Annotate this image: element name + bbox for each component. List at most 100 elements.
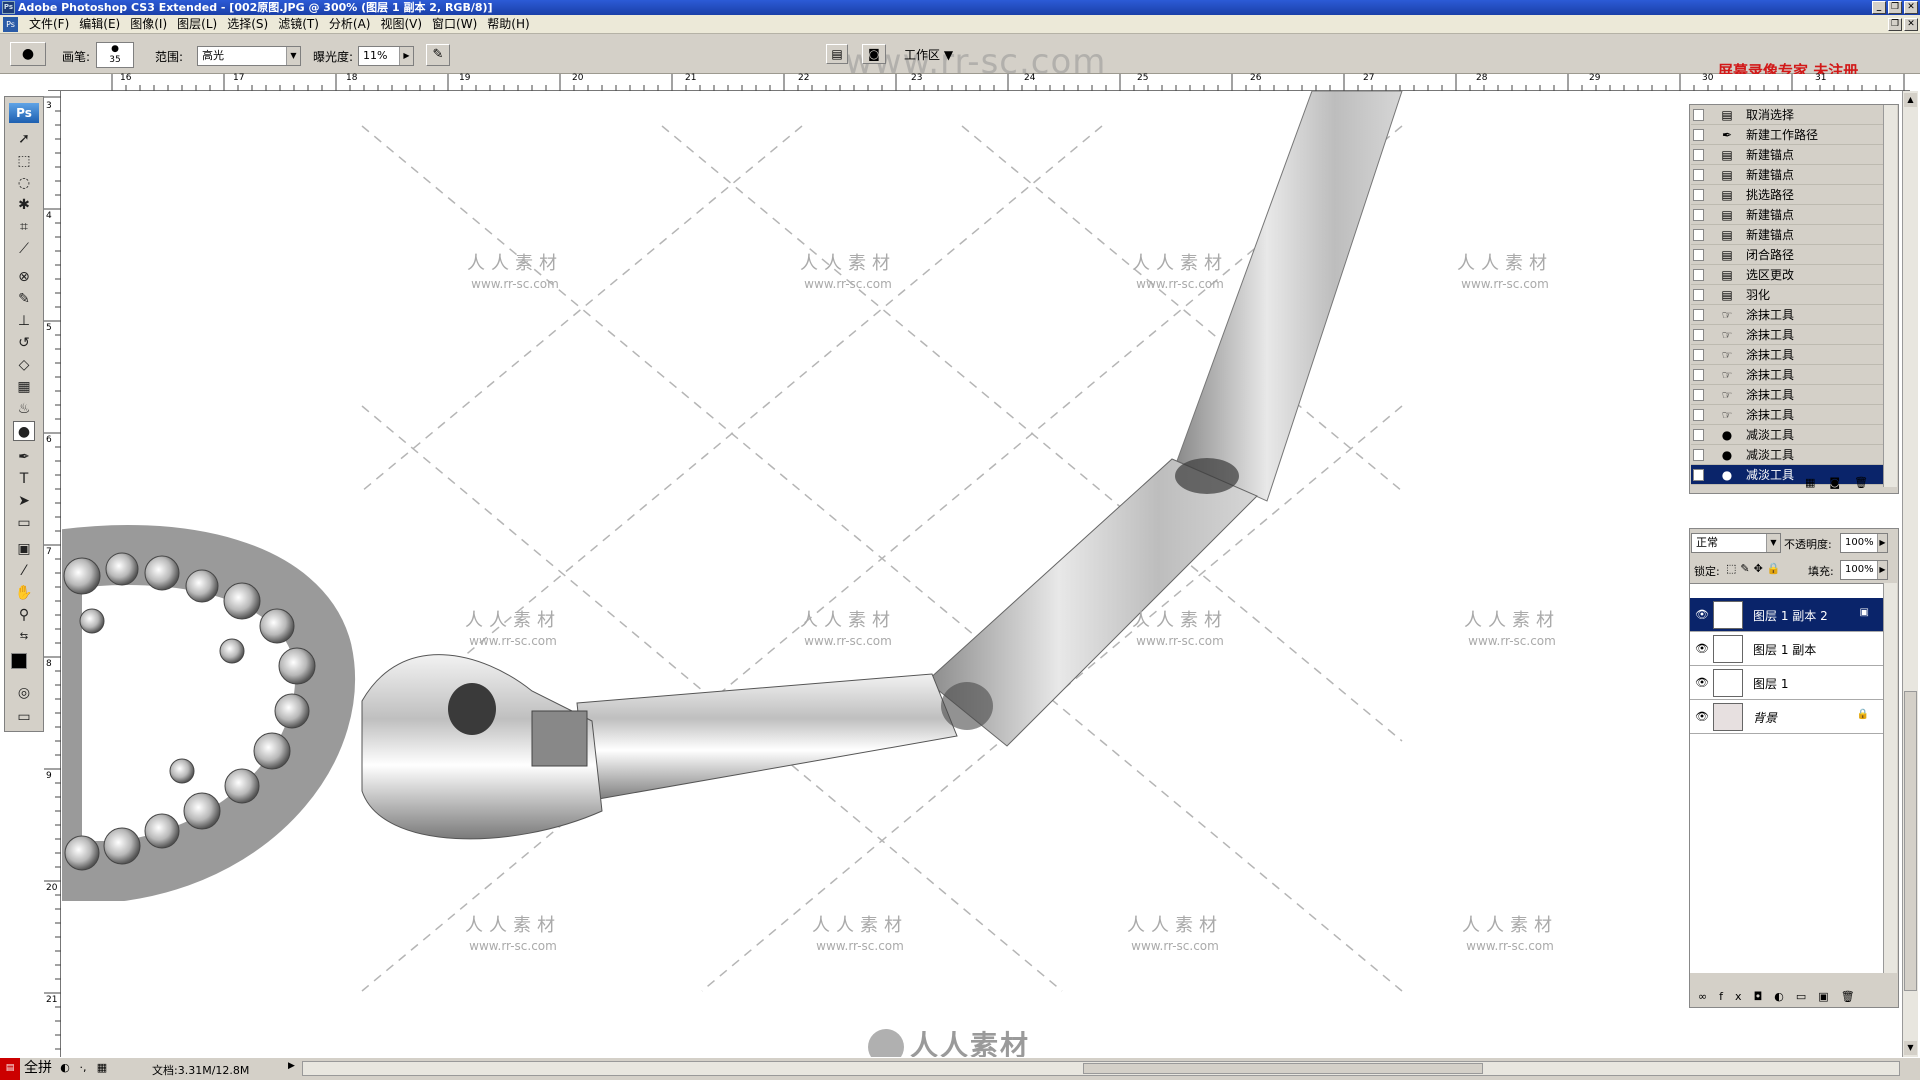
ime-icon[interactable]: ▤ — [0, 1058, 20, 1080]
brush-tool-icon[interactable]: ✎ — [13, 289, 35, 309]
range-select[interactable]: 高光 ▼ — [197, 46, 301, 66]
history-item[interactable]: ▤ 新建锚点 — [1691, 165, 1886, 185]
crop-tool-icon[interactable]: ⌗ — [13, 217, 35, 237]
history-checkbox[interactable] — [1693, 329, 1704, 341]
clone-stamp-tool-icon[interactable]: ⊥ — [13, 311, 35, 331]
history-item[interactable]: ▤ 取消选择 — [1691, 105, 1886, 125]
zoom-tool-icon[interactable]: ⚲ — [13, 605, 35, 625]
slice-tool-icon[interactable]: ⟋ — [13, 239, 35, 259]
menu-analysis[interactable]: 分析(A) — [324, 15, 376, 34]
lasso-tool-icon[interactable]: ◌ — [13, 173, 35, 193]
layers-scrollbar[interactable] — [1883, 583, 1897, 973]
link-icon[interactable]: ∞ — [1698, 990, 1719, 1003]
history-checkbox[interactable] — [1693, 249, 1704, 261]
lock-paint-icon[interactable]: ✎ — [1740, 562, 1753, 575]
fill-input[interactable]: 100% ▶ — [1840, 560, 1888, 580]
bridge-button[interactable]: ◙ — [862, 44, 886, 64]
doc-restore-button[interactable]: ❐ — [1888, 18, 1902, 31]
file-browser-button[interactable]: ▤ — [826, 44, 848, 64]
history-checkbox[interactable] — [1693, 149, 1704, 161]
type-tool-icon[interactable]: T — [13, 469, 35, 489]
history-checkbox[interactable] — [1693, 109, 1704, 121]
punctuation-icon[interactable]: ·, — [74, 1058, 92, 1080]
notes-tool-icon[interactable]: ▣ — [13, 539, 35, 559]
lock-all-icon[interactable]: 🔒 — [1767, 562, 1785, 575]
history-item[interactable]: ☞ 涂抹工具 — [1691, 405, 1886, 425]
history-checkbox[interactable] — [1693, 289, 1704, 301]
layer-row[interactable]: 👁 图层 1 — [1690, 666, 1885, 700]
moon-icon[interactable]: ◐ — [56, 1058, 74, 1080]
eye-icon[interactable]: 👁 — [1695, 710, 1709, 724]
foreground-color-swatch[interactable] — [11, 653, 27, 669]
history-checkbox[interactable] — [1693, 369, 1704, 381]
blur-tool-icon[interactable]: ♨ — [13, 399, 35, 419]
eye-icon[interactable]: 👁 — [1695, 642, 1709, 656]
dodge-tool-icon[interactable]: ● — [13, 421, 35, 441]
scrollbar-thumb[interactable] — [1904, 691, 1917, 991]
trash-icon[interactable]: 🗑 — [1854, 476, 1882, 489]
minimize-button[interactable]: _ — [1872, 1, 1886, 14]
history-item[interactable]: ▤ 挑选路径 — [1691, 185, 1886, 205]
airbrush-button[interactable]: ✎ — [426, 44, 450, 66]
document-canvas[interactable]: 人人素材 www.rr-sc.com 人人素材 www.rr-sc.com 人人素材… — [62, 91, 1692, 1066]
new-layer-icon[interactable]: ▣ — [1818, 990, 1840, 1003]
opacity-input[interactable]: 100% ▶ — [1840, 533, 1888, 553]
menu-help[interactable]: 帮助(H) — [482, 15, 534, 34]
chevron-up-icon[interactable]: ▲ — [1904, 93, 1917, 107]
vertical-scrollbar[interactable]: ▲ ▼ — [1902, 91, 1918, 1057]
ime-mode-label[interactable]: 全拼 — [20, 1058, 56, 1080]
menu-image[interactable]: 图像(I) — [125, 15, 172, 34]
history-checkbox[interactable] — [1693, 229, 1704, 241]
doc-close-button[interactable]: ✕ — [1904, 18, 1918, 31]
history-item[interactable]: ▤ 闭合路径 — [1691, 245, 1886, 265]
swap-colors-icon[interactable]: ⇆ — [13, 627, 35, 647]
restore-button[interactable]: ❐ — [1888, 1, 1902, 14]
brush-picker[interactable]: ● 35 — [96, 42, 134, 68]
new-document-icon[interactable]: ▦ — [1805, 476, 1829, 489]
history-checkbox[interactable] — [1693, 189, 1704, 201]
eraser-tool-icon[interactable]: ◇ — [13, 355, 35, 375]
history-checkbox[interactable] — [1693, 309, 1704, 321]
mask-icon[interactable]: ◘ — [1754, 990, 1775, 1003]
shape-tool-icon[interactable]: ▭ — [13, 513, 35, 533]
menu-layer[interactable]: 图层(L) — [172, 15, 222, 34]
history-item[interactable]: ▤ 新建锚点 — [1691, 145, 1886, 165]
lock-move-icon[interactable]: ✥ — [1754, 562, 1767, 575]
fx-icon[interactable]: fx — [1719, 990, 1753, 1003]
snapshot-icon[interactable]: ◙ — [1829, 476, 1854, 489]
menu-window[interactable]: 窗口(W) — [427, 15, 482, 34]
history-item[interactable]: ✒ 新建工作路径 — [1691, 125, 1886, 145]
menu-select[interactable]: 选择(S) — [222, 15, 273, 34]
menu-edit[interactable]: 编辑(E) — [74, 15, 125, 34]
history-checkbox[interactable] — [1693, 169, 1704, 181]
history-checkbox[interactable] — [1693, 129, 1704, 141]
history-item[interactable]: ● 减淡工具 — [1691, 445, 1886, 465]
history-checkbox[interactable] — [1693, 269, 1704, 281]
menu-file[interactable]: 文件(F) — [24, 15, 74, 34]
folder-icon[interactable]: ▭ — [1796, 990, 1818, 1003]
scrollbar-thumb[interactable] — [1083, 1063, 1483, 1074]
horizontal-ruler[interactable]: 16 17 18 19 20 21 22 23 24 25 26 27 28 2… — [48, 73, 1910, 91]
history-item[interactable]: ☞ 涂抹工具 — [1691, 305, 1886, 325]
history-item[interactable]: ▤ 新建锚点 — [1691, 205, 1886, 225]
horizontal-scrollbar[interactable] — [302, 1061, 1900, 1076]
path-selection-tool-icon[interactable]: ➤ — [13, 491, 35, 511]
photoshop-logo[interactable]: Ps — [9, 103, 39, 123]
adjustment-icon[interactable]: ◐ — [1774, 990, 1796, 1003]
quick-mask-icon[interactable]: ◎ — [13, 683, 35, 703]
chevron-right-icon[interactable]: ▶ — [288, 1061, 295, 1071]
history-item[interactable]: ☞ 涂抹工具 — [1691, 365, 1886, 385]
history-checkbox[interactable] — [1693, 429, 1704, 441]
close-button[interactable]: ✕ — [1904, 1, 1918, 14]
blend-mode-select[interactable]: 正常 ▼ — [1691, 533, 1781, 553]
tool-preset-picker[interactable]: ● — [10, 42, 46, 66]
history-item[interactable]: ☞ 涂抹工具 — [1691, 345, 1886, 365]
history-checkbox[interactable] — [1693, 389, 1704, 401]
healing-brush-tool-icon[interactable]: ⊗ — [13, 267, 35, 287]
menu-filter[interactable]: 滤镜(T) — [273, 15, 324, 34]
history-item[interactable]: ☞ 涂抹工具 — [1691, 385, 1886, 405]
menu-view[interactable]: 视图(V) — [375, 15, 427, 34]
history-checkbox[interactable] — [1693, 449, 1704, 461]
magic-wand-tool-icon[interactable]: ✱ — [13, 195, 35, 215]
history-item[interactable]: ▤ 选区更改 — [1691, 265, 1886, 285]
